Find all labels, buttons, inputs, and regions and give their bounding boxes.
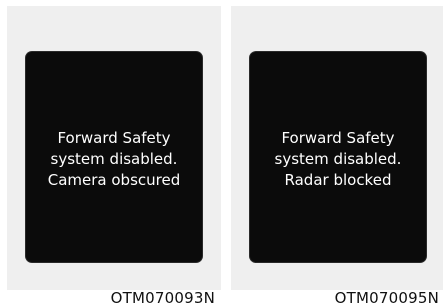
figure-code: OTM070095N — [334, 289, 439, 307]
cluster-panel-camera: Forward Safety system disabled. Camera o… — [7, 6, 221, 290]
warning-line: Camera obscured — [47, 170, 181, 189]
figure-code: OTM070093N — [110, 289, 215, 307]
cluster-panel-radar: Forward Safety system disabled. Radar bl… — [231, 6, 443, 290]
warning-line: system disabled. — [274, 149, 402, 168]
warning-line: Radar blocked — [284, 170, 392, 189]
warning-line: Forward Safety — [57, 128, 171, 147]
warning-line: Forward Safety — [281, 128, 395, 147]
warning-message: Forward Safety system disabled. Camera o… — [48, 128, 181, 191]
warning-line: system disabled. — [50, 149, 178, 168]
warning-message: Forward Safety system disabled. Radar bl… — [275, 128, 402, 191]
cluster-display: Forward Safety system disabled. Camera o… — [26, 52, 202, 262]
cluster-display: Forward Safety system disabled. Radar bl… — [250, 52, 426, 262]
